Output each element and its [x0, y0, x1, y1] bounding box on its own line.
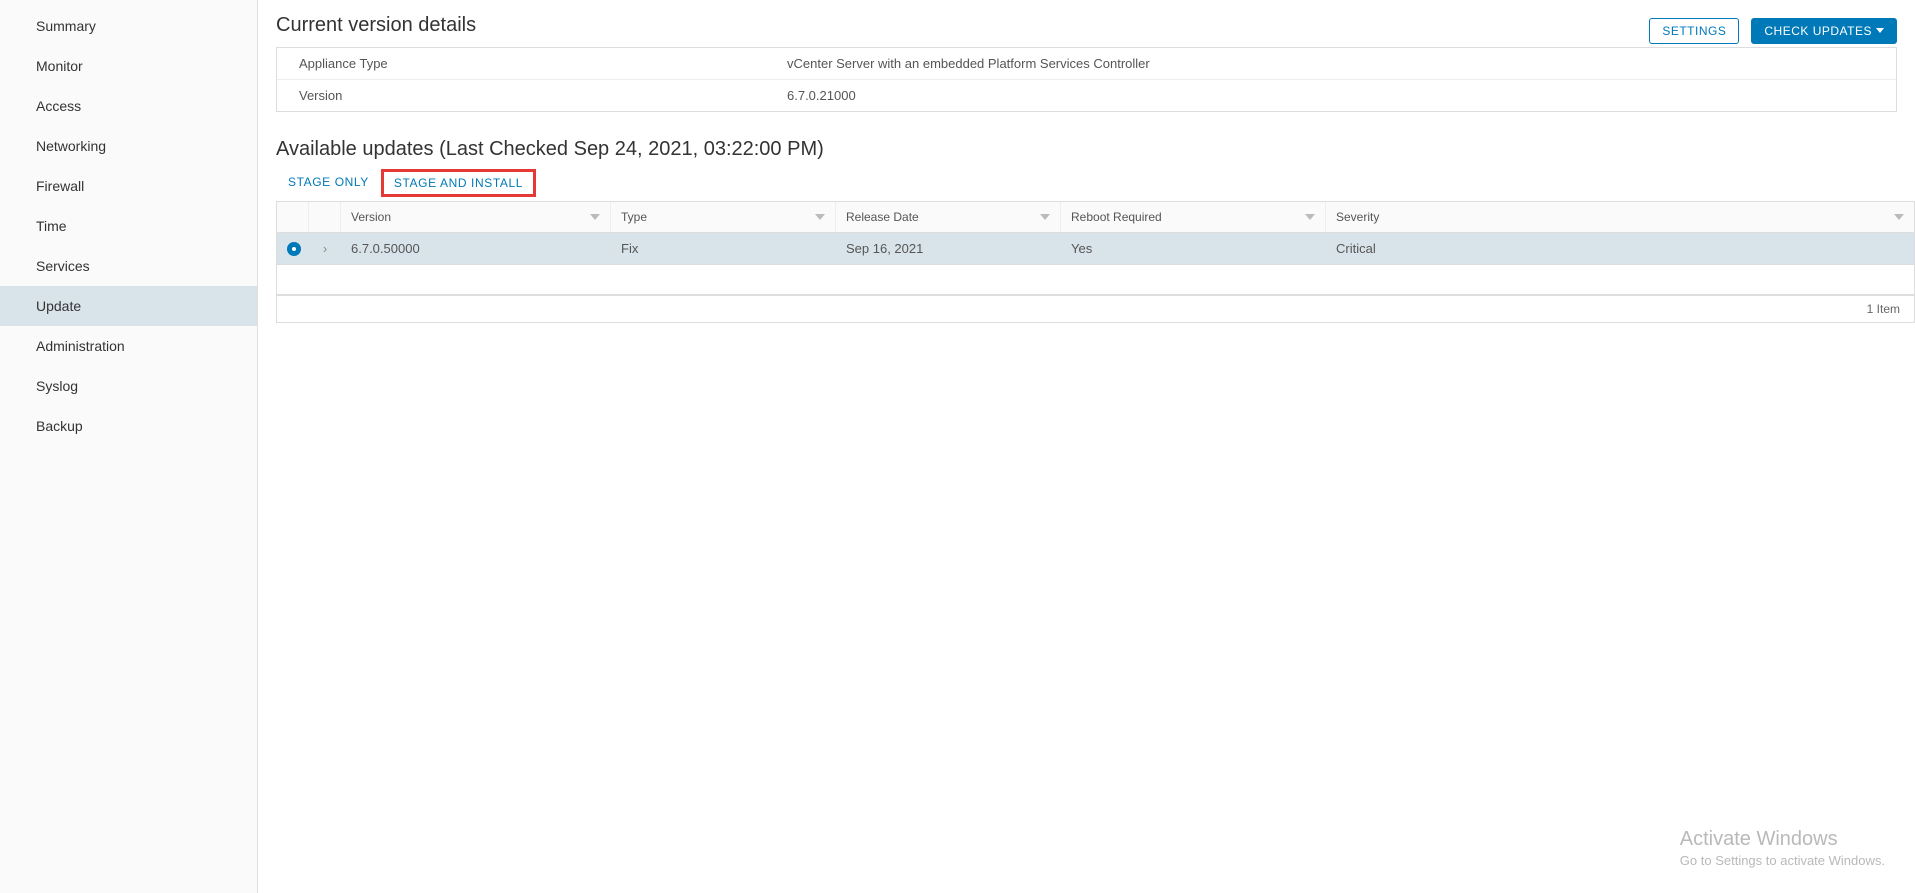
stage-and-install-button[interactable]: STAGE AND INSTALL [381, 169, 536, 197]
col-type-header[interactable]: Type [611, 202, 836, 232]
available-updates-title: Available updates (Last Checked Sep 24, … [276, 138, 1915, 161]
col-reboot-label: Reboot Required [1071, 210, 1162, 224]
filter-icon[interactable] [1040, 214, 1050, 220]
details-row-appliance-type: Appliance Type vCenter Server with an em… [277, 48, 1896, 80]
sidebar-item-access[interactable]: Access [0, 86, 257, 126]
filter-icon[interactable] [1305, 214, 1315, 220]
col-select [277, 202, 309, 232]
row-type: Fix [611, 235, 836, 262]
sidebar-item-summary[interactable]: Summary [0, 6, 257, 46]
windows-activation-watermark: Activate Windows Go to Settings to activ… [1680, 828, 1885, 868]
details-value: vCenter Server with an embedded Platform… [787, 56, 1150, 71]
sidebar: Summary Monitor Access Networking Firewa… [0, 0, 258, 893]
table-footer: 1 Item [277, 295, 1914, 322]
filter-icon[interactable] [1894, 214, 1904, 220]
header-row: Current version details SETTINGS CHECK U… [276, 14, 1915, 47]
stage-only-button[interactable]: STAGE ONLY [276, 169, 381, 197]
col-severity-header[interactable]: Severity [1326, 202, 1914, 232]
blank-row [277, 265, 1914, 295]
expand-arrow-icon[interactable]: › [309, 235, 341, 262]
row-severity: Critical [1326, 235, 1914, 262]
table-header: Version Type Release Date Reboot Require… [277, 202, 1914, 233]
header-buttons: SETTINGS CHECK UPDATES [1649, 18, 1897, 44]
current-version-table: Appliance Type vCenter Server with an em… [276, 47, 1897, 112]
details-value: 6.7.0.21000 [787, 88, 856, 103]
col-version-label: Version [351, 210, 391, 224]
sidebar-item-administration[interactable]: Administration [0, 326, 257, 366]
col-release-header[interactable]: Release Date [836, 202, 1061, 232]
current-version-title: Current version details [276, 14, 476, 37]
watermark-subtitle: Go to Settings to activate Windows. [1680, 853, 1885, 868]
sidebar-item-update[interactable]: Update [0, 286, 257, 326]
watermark-title: Activate Windows [1680, 828, 1885, 851]
row-release: Sep 16, 2021 [836, 235, 1061, 262]
chevron-down-icon [1876, 28, 1884, 33]
updates-table: Version Type Release Date Reboot Require… [276, 201, 1915, 323]
sidebar-item-services[interactable]: Services [0, 246, 257, 286]
col-expand [309, 202, 341, 232]
check-updates-button[interactable]: CHECK UPDATES [1751, 18, 1897, 44]
sidebar-item-monitor[interactable]: Monitor [0, 46, 257, 86]
row-select-cell [277, 236, 309, 262]
details-label: Appliance Type [277, 56, 787, 71]
col-release-label: Release Date [846, 210, 919, 224]
table-row[interactable]: › 6.7.0.50000 Fix Sep 16, 2021 Yes Criti… [277, 233, 1914, 265]
details-label: Version [277, 88, 787, 103]
row-reboot: Yes [1061, 235, 1326, 262]
col-reboot-header[interactable]: Reboot Required [1061, 202, 1326, 232]
item-count: 1 Item [1867, 302, 1900, 316]
check-updates-label: CHECK UPDATES [1764, 24, 1872, 38]
details-row-version: Version 6.7.0.21000 [277, 80, 1896, 111]
row-version: 6.7.0.50000 [341, 235, 611, 262]
sidebar-item-firewall[interactable]: Firewall [0, 166, 257, 206]
filter-icon[interactable] [590, 214, 600, 220]
sidebar-item-time[interactable]: Time [0, 206, 257, 246]
sidebar-item-backup[interactable]: Backup [0, 406, 257, 446]
sidebar-item-networking[interactable]: Networking [0, 126, 257, 166]
action-links: STAGE ONLY STAGE AND INSTALL [276, 169, 1915, 197]
main-content: Current version details SETTINGS CHECK U… [258, 0, 1915, 893]
col-severity-label: Severity [1336, 210, 1379, 224]
radio-selected-icon[interactable] [287, 242, 301, 256]
sidebar-item-syslog[interactable]: Syslog [0, 366, 257, 406]
col-version-header[interactable]: Version [341, 202, 611, 232]
settings-button[interactable]: SETTINGS [1649, 18, 1739, 44]
col-type-label: Type [621, 210, 647, 224]
filter-icon[interactable] [815, 214, 825, 220]
